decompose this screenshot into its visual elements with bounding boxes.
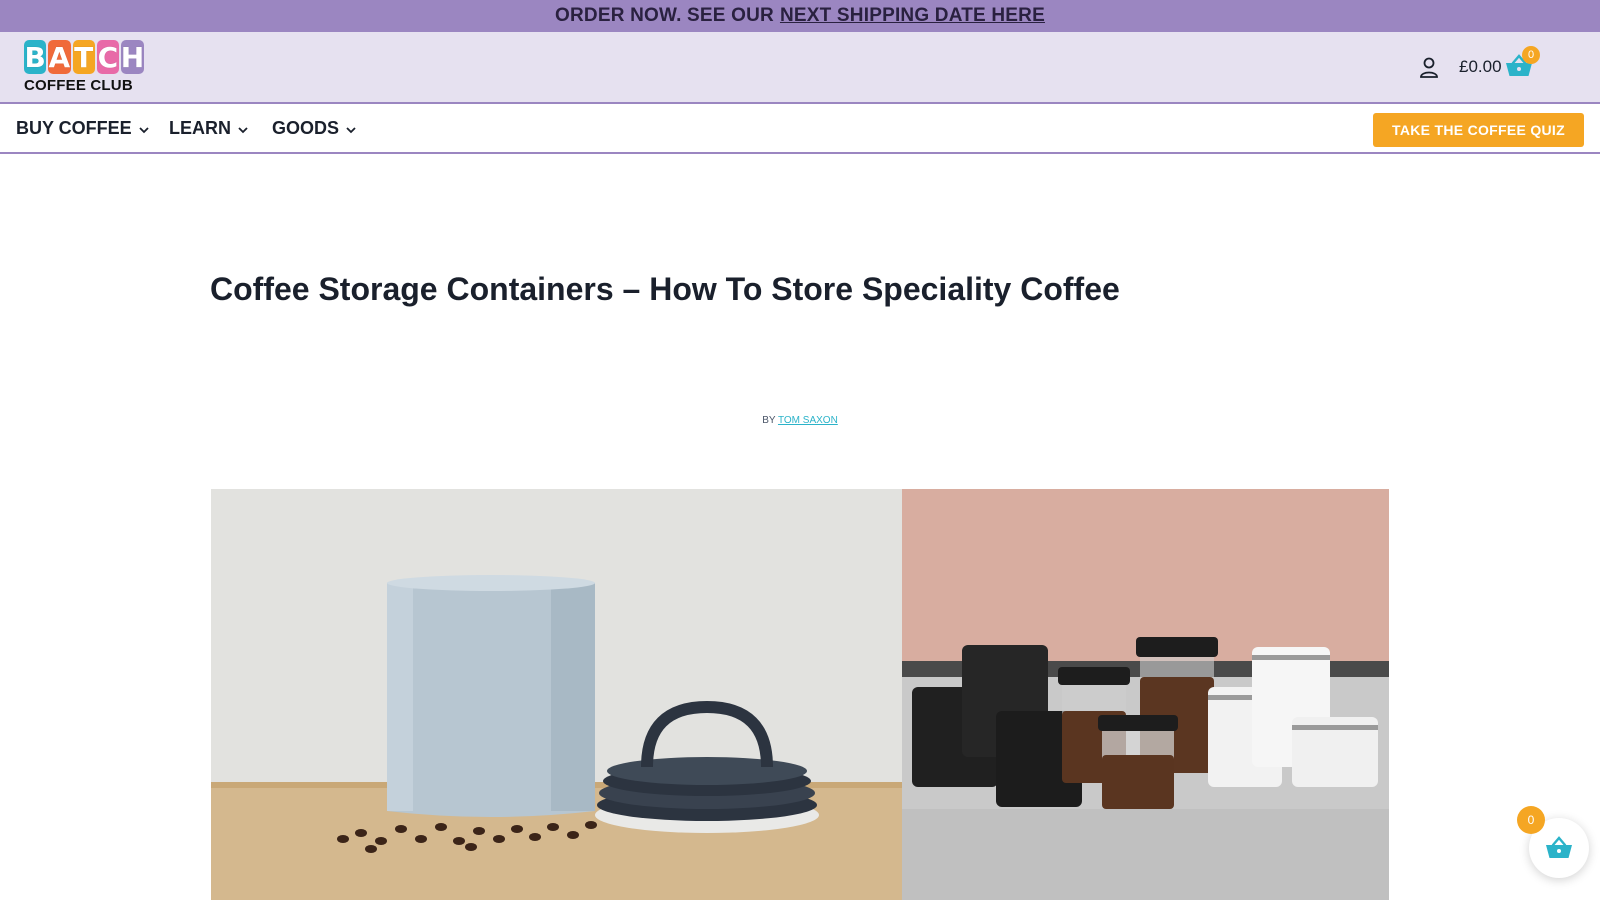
logo-letter: B	[24, 40, 47, 74]
canister-collection-illustration	[902, 489, 1389, 900]
cart-total[interactable]: £0.00	[1459, 57, 1502, 77]
logo-letter: C	[96, 40, 119, 74]
nav-item-label: LEARN	[169, 118, 231, 138]
main-nav: BUY COFFEE LEARN GOODS TAKE THE COFFEE Q…	[0, 104, 1600, 154]
announcement-text: ORDER NOW. SEE OUR	[555, 5, 774, 26]
airscape-canister-illustration	[211, 489, 902, 900]
user-icon[interactable]	[1418, 56, 1440, 80]
chevron-down-icon	[139, 127, 149, 134]
cart-count-badge: 0	[1522, 46, 1540, 64]
hero-image	[211, 489, 1389, 900]
site-logo[interactable]: B A T C H COFFEE CLUB	[24, 40, 144, 96]
byline-prefix: BY	[762, 415, 776, 426]
announcement-bar: ORDER NOW. SEE OUR NEXT SHIPPING DATE HE…	[0, 0, 1600, 32]
hero-image-right-panel	[902, 489, 1389, 900]
nav-item-label: GOODS	[272, 118, 340, 138]
chevron-down-icon	[346, 127, 356, 134]
author-link[interactable]: TOM SAXON	[778, 415, 838, 426]
nav-item-learn[interactable]: LEARN	[169, 118, 249, 139]
byline: BY TOM SAXON	[0, 415, 1600, 426]
nav-item-buy-coffee[interactable]: BUY COFFEE	[16, 118, 150, 139]
logo-wordmark: B A T C H	[24, 40, 144, 76]
chevron-down-icon	[238, 127, 248, 134]
basket-icon	[1546, 836, 1572, 858]
logo-subtitle: COFFEE CLUB	[24, 77, 133, 94]
page-title: Coffee Storage Containers – How To Store…	[210, 271, 1120, 307]
nav-item-label: BUY COFFEE	[16, 118, 132, 138]
site-header: B A T C H COFFEE CLUB £0.00 0	[0, 32, 1600, 104]
shipping-date-link[interactable]: NEXT SHIPPING DATE HERE	[780, 5, 1045, 27]
hero-image-left-panel	[211, 489, 902, 900]
nav-item-goods[interactable]: GOODS	[272, 118, 357, 139]
logo-letter: H	[120, 40, 145, 74]
coffee-quiz-button[interactable]: TAKE THE COFFEE QUIZ	[1373, 113, 1584, 147]
floating-cart-count-badge: 0	[1517, 806, 1545, 834]
logo-letter: T	[72, 40, 95, 74]
logo-letter: A	[48, 40, 71, 74]
